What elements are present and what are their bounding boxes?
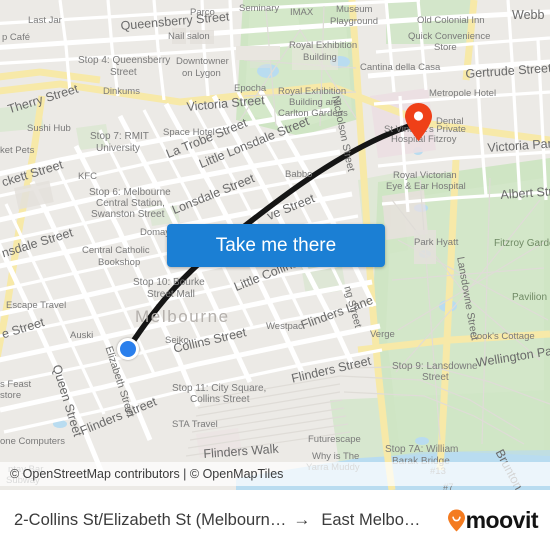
origin-location-dot[interactable] — [117, 338, 139, 360]
moovit-pin-icon — [447, 508, 465, 532]
map-canvas[interactable]: .road-mj { stroke:#f7e9a8; stroke-width:… — [0, 0, 550, 490]
destination-label: East Melbou… — [321, 510, 430, 529]
trip-map-screen: .road-mj { stroke:#f7e9a8; stroke-width:… — [0, 0, 550, 550]
origin-station-label: 2-Collins St/Elizabeth St (Melbourn… — [14, 510, 287, 529]
moovit-logo[interactable]: moovit — [447, 506, 539, 534]
destination-pin-icon[interactable] — [405, 103, 432, 141]
trip-footer-bar: 2-Collins St/Elizabeth St (Melbourn… → E… — [0, 490, 550, 550]
map-attribution-bar: © OpenStreetMap contributors | © OpenMap… — [0, 462, 550, 486]
attribution-text[interactable]: © OpenStreetMap contributors | © OpenMap… — [10, 467, 283, 481]
moovit-wordmark: moovit — [465, 506, 539, 533]
take-me-there-button[interactable]: Take me there — [167, 224, 385, 267]
arrow-right-icon: → — [293, 510, 311, 529]
